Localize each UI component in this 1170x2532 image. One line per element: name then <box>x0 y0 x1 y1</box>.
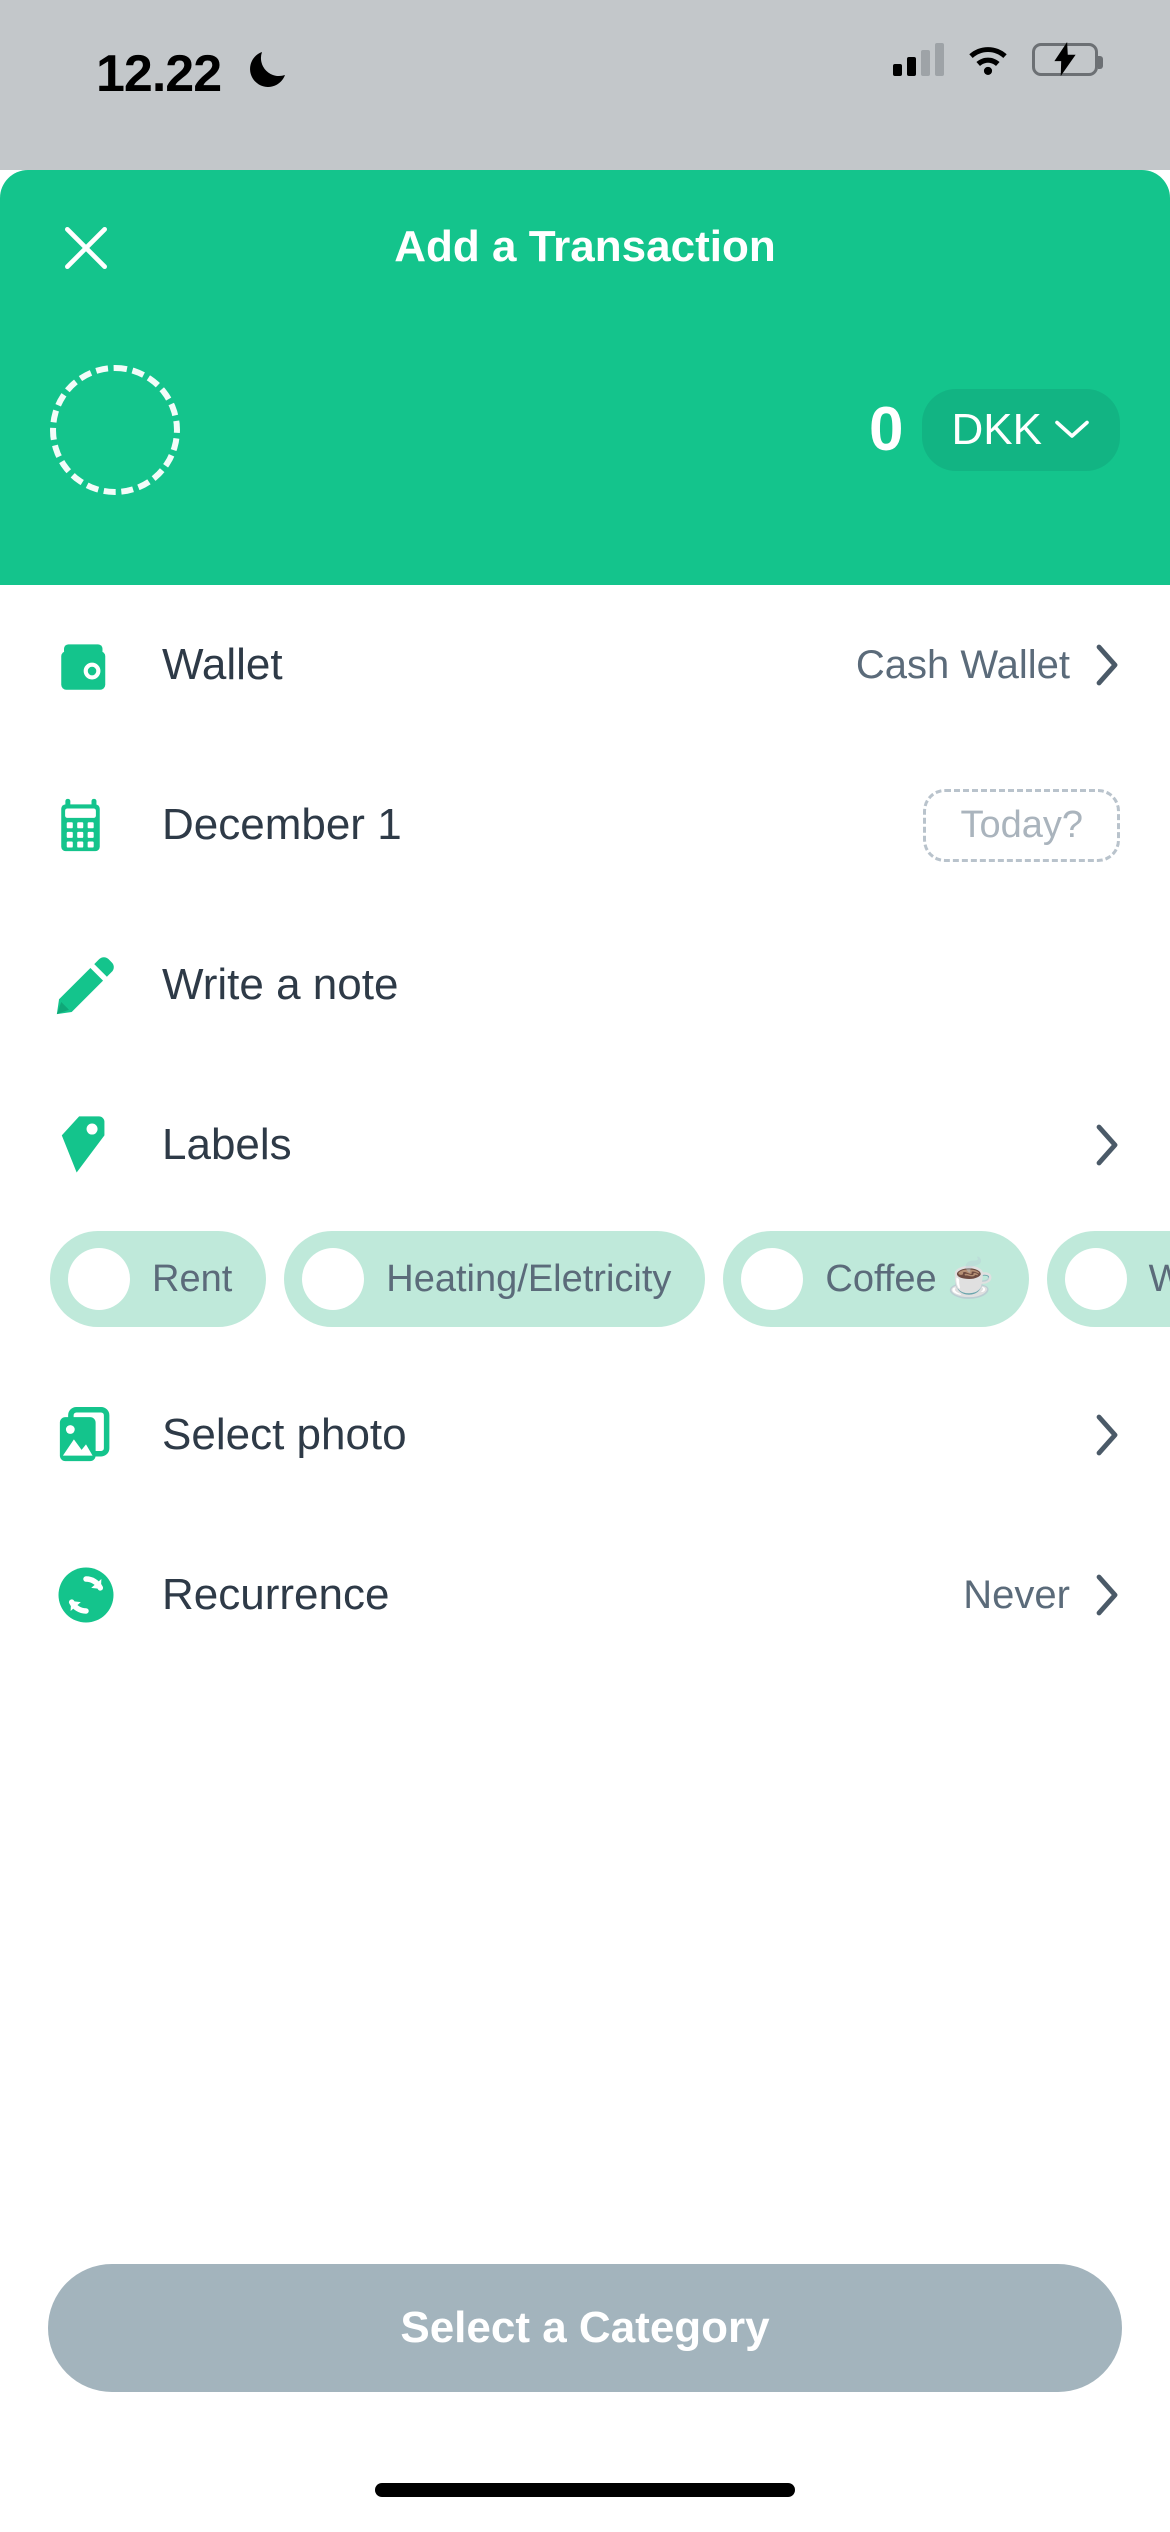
chevron-down-icon <box>1055 420 1089 438</box>
today-badge[interactable]: Today? <box>923 788 1120 862</box>
row-date[interactable]: December 1 Today? <box>0 745 1170 905</box>
chip-radio[interactable] <box>1064 1248 1127 1310</box>
row-recurrence[interactable]: Recurrence Never <box>0 1515 1170 1675</box>
row-note[interactable]: Write a note <box>0 905 1170 1065</box>
chevron-right-icon <box>1096 1124 1118 1166</box>
chip-label: Coffee ☕ <box>825 1258 995 1300</box>
row-value: Never <box>963 1572 1070 1617</box>
chip-label: Heating/Eletricity <box>386 1257 672 1300</box>
pencil-icon <box>50 949 122 1021</box>
row-label: Wallet <box>162 640 283 689</box>
status-bar: 12.22 <box>0 0 1170 170</box>
crescent-moon-icon <box>250 52 285 87</box>
row-labels[interactable]: Labels <box>0 1065 1170 1225</box>
amount-input[interactable]: 0 <box>869 399 903 461</box>
dashed-circle-placeholder[interactable] <box>50 365 180 495</box>
select-category-button[interactable]: Select a Category <box>48 2264 1122 2392</box>
status-bar-indicators <box>893 42 1103 76</box>
label-chip[interactable]: Rent <box>50 1231 267 1327</box>
transaction-header: Add a Transaction 0 DKK <box>0 170 1170 585</box>
tag-icon <box>50 1109 122 1181</box>
row-label: Recurrence <box>162 1570 390 1619</box>
row-label: Select photo <box>162 1410 407 1459</box>
status-bar-time: 12.22 <box>96 45 222 103</box>
page-title: Add a Transaction <box>394 222 776 271</box>
calendar-icon <box>50 789 122 861</box>
transaction-fields-list: Wallet Cash Wallet December 1 Today? Wri… <box>0 585 1170 1675</box>
currency-selector[interactable]: DKK <box>921 389 1120 471</box>
chevron-right-icon <box>1096 1414 1118 1456</box>
chip-radio[interactable] <box>68 1248 130 1310</box>
label-chip[interactable]: W <box>1046 1231 1170 1327</box>
currency-code: DKK <box>951 405 1042 454</box>
app-screen: 12.22 Add a Transaction 0 DKK Wallet Cas… <box>0 0 1170 2532</box>
amount-group: 0 DKK <box>869 389 1120 471</box>
row-select-photo[interactable]: Select photo <box>0 1355 1170 1515</box>
label-chip[interactable]: Heating/Eletricity <box>284 1231 706 1327</box>
label-chip[interactable]: Coffee ☕ <box>723 1231 1029 1327</box>
chip-radio[interactable] <box>741 1248 804 1310</box>
chevron-right-icon <box>1096 644 1118 686</box>
row-value: Cash Wallet <box>855 642 1070 687</box>
label-chip-list[interactable]: Rent Heating/Eletricity Coffee ☕ W <box>0 1231 1170 1327</box>
cellular-signal-icon <box>893 42 944 76</box>
wifi-icon <box>969 47 1007 75</box>
amount-row: 0 DKK <box>0 350 1170 510</box>
chevron-right-icon <box>1096 1574 1118 1616</box>
chip-label: W <box>1148 1257 1170 1300</box>
wallet-icon <box>50 629 122 701</box>
row-label: Labels <box>162 1120 292 1169</box>
recurrence-icon <box>50 1559 122 1631</box>
home-indicator <box>375 2483 795 2497</box>
row-wallet[interactable]: Wallet Cash Wallet <box>0 585 1170 745</box>
photo-icon <box>50 1399 122 1471</box>
chip-label: Rent <box>152 1257 233 1300</box>
battery-charging-icon <box>1032 42 1103 76</box>
row-label: Write a note <box>162 960 399 1009</box>
row-label: December 1 <box>162 800 402 849</box>
chip-radio[interactable] <box>302 1248 365 1310</box>
